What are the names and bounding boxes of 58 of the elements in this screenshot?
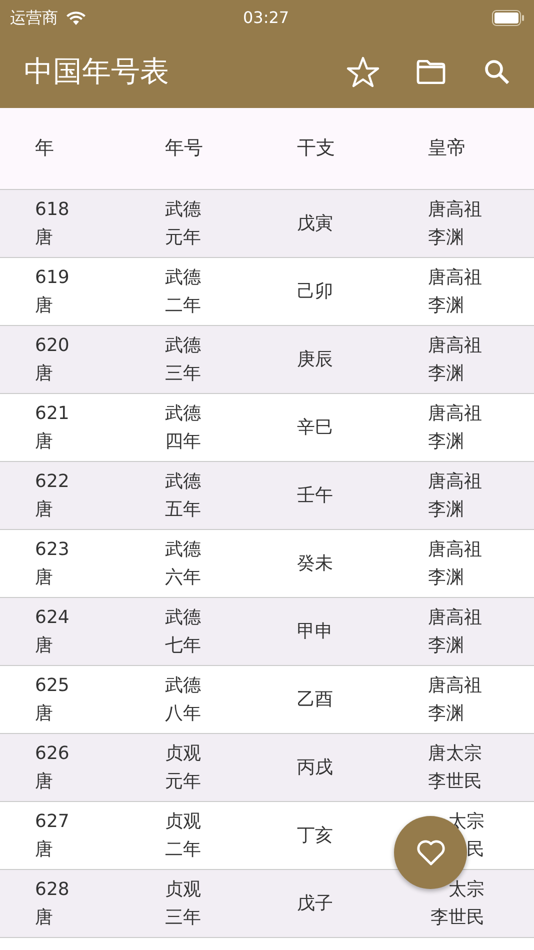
table-cell-text: 丙戌 xyxy=(297,756,333,780)
clock-time: 03:27 xyxy=(243,7,290,29)
carrier-name: 运营商 xyxy=(10,7,58,29)
table-cell-text: 丁亥 xyxy=(297,824,333,848)
table-cell-text: 武德 三年 xyxy=(165,334,201,386)
table-cell-text: 武德 五年 xyxy=(165,470,201,522)
table-cell-text: 622 唐 xyxy=(35,470,70,522)
table-cell-text: 624 唐 xyxy=(35,606,70,658)
table-cell-text: 贞观 三年 xyxy=(165,878,201,930)
table-cell-text: 唐高祖 李渊 xyxy=(428,402,482,454)
table-cell-text: 唐高祖 李渊 xyxy=(428,334,482,386)
table-cell-text: 唐高祖 李渊 xyxy=(428,198,482,250)
heart-icon xyxy=(416,839,446,866)
battery-icon xyxy=(492,10,524,26)
table-cell-text: 唐高祖 李渊 xyxy=(428,674,482,726)
star-icon[interactable] xyxy=(346,56,380,88)
table-cell-text: 623 唐 xyxy=(35,538,70,590)
column-header: 皇帝 xyxy=(428,137,466,160)
table-cell-text: 武德 六年 xyxy=(165,538,201,590)
search-icon[interactable] xyxy=(484,59,510,85)
table-cell-text: 619 唐 xyxy=(35,266,70,318)
column-header: 年号 xyxy=(165,137,203,160)
table-cell-text: 626 唐 xyxy=(35,742,70,794)
folder-icon[interactable] xyxy=(416,60,446,84)
table-cell-text: 癸未 xyxy=(297,552,333,576)
table-cell-text: 武德 七年 xyxy=(165,606,201,658)
table-cell-text: 唐高祖 李渊 xyxy=(428,538,482,590)
table-cell-text: 武德 元年 xyxy=(165,198,201,250)
table-cell-text: 武德 四年 xyxy=(165,402,201,454)
table-cell-text: 己卯 xyxy=(297,280,333,304)
table-cell-text: 辛巳 xyxy=(297,416,333,440)
table-cell-text: 618 唐 xyxy=(35,198,70,250)
table-cell-text: 民 xyxy=(466,838,485,862)
table-cell-text: 乙酉 xyxy=(297,688,333,712)
table-cell-text: 628 唐 xyxy=(35,878,70,930)
app-title: 中国年号表 xyxy=(24,53,169,90)
table-cell-text: 唐太宗 李世民 xyxy=(428,742,482,794)
table-cell-text: 唐高祖 李渊 xyxy=(428,606,482,658)
table-cell-text: 太宗 xyxy=(448,878,485,902)
column-header: 年 xyxy=(35,137,54,160)
table-cell-text: 621 唐 xyxy=(35,402,70,454)
table-cell-text: 武德 八年 xyxy=(165,674,201,726)
table-cell-text: 甲申 xyxy=(297,620,333,644)
table-cell-text: 620 唐 xyxy=(35,334,70,386)
column-header: 干支 xyxy=(297,137,335,160)
table-cell-text: 戊子 xyxy=(297,892,333,916)
table-cell-text: 庚辰 xyxy=(297,348,333,372)
table-cell-text: 李世民 xyxy=(430,906,485,930)
table-cell-text: 贞观 二年 xyxy=(165,810,201,862)
table-cell-text: 625 唐 xyxy=(35,674,70,726)
table-cell-text: 贞观 元年 xyxy=(165,742,201,794)
table-cell-text: 武德 二年 xyxy=(165,266,201,318)
table-cell-text: 唐高祖 李渊 xyxy=(428,470,482,522)
table-cell-text: 627 唐 xyxy=(35,810,70,862)
wifi-icon xyxy=(66,10,86,26)
table-cell-text: 唐高祖 李渊 xyxy=(428,266,482,318)
table-cell-text: 壬午 xyxy=(297,484,333,508)
table-cell-text: 戊寅 xyxy=(297,212,333,236)
